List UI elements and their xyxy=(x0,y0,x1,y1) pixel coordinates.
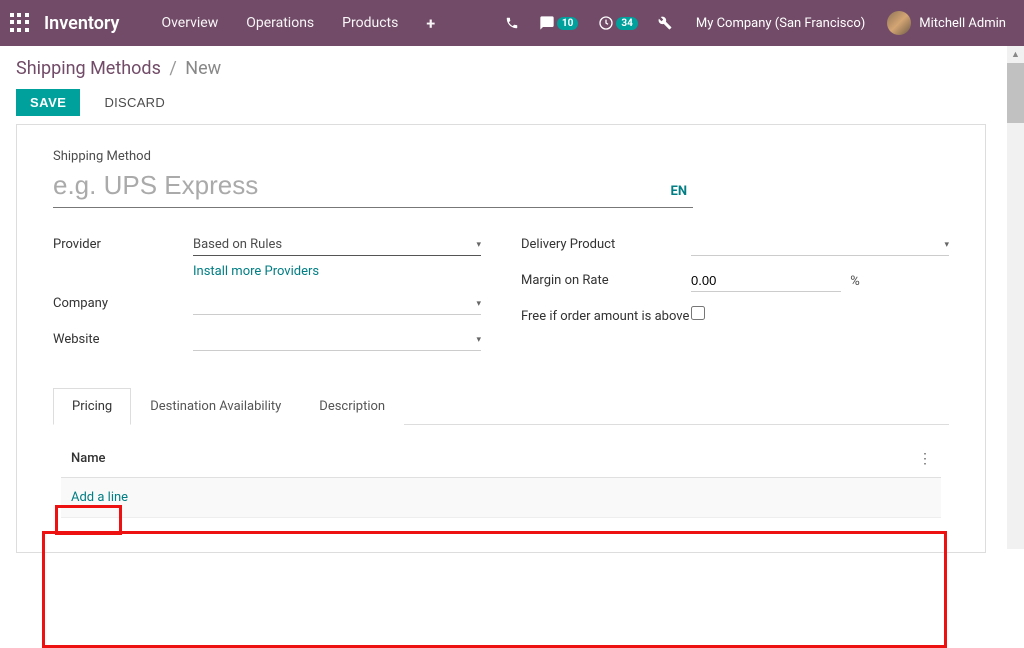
form-columns: Provider Based on Rules ▾ Install more P… xyxy=(53,234,949,365)
caret-down-icon: ▾ xyxy=(476,335,481,345)
company-field: Company ▾ xyxy=(53,293,481,315)
nav-plus-icon[interactable]: + xyxy=(412,14,449,33)
free-amount-checkbox[interactable] xyxy=(691,306,705,320)
messages-badge: 10 xyxy=(557,17,578,30)
provider-field: Provider Based on Rules ▾ Install more P… xyxy=(53,234,481,279)
tab-description[interactable]: Description xyxy=(300,388,404,425)
scrollbar[interactable]: ▲ xyxy=(1007,46,1024,549)
install-providers-link[interactable]: Install more Providers xyxy=(193,264,319,279)
user-avatar-icon xyxy=(887,11,911,35)
website-label: Website xyxy=(53,329,193,347)
caret-down-icon: ▾ xyxy=(944,240,949,250)
table-options-icon[interactable]: ⋮ xyxy=(918,451,931,467)
caret-down-icon: ▾ xyxy=(476,240,481,250)
margin-field: Margin on Rate % xyxy=(521,270,949,292)
nav-overview[interactable]: Overview xyxy=(147,15,232,31)
free-amount-field: Free if order amount is above xyxy=(521,306,949,324)
tab-destination-availability[interactable]: Destination Availability xyxy=(131,388,300,425)
tabs: Pricing Destination Availability Descrip… xyxy=(53,387,949,425)
left-column: Provider Based on Rules ▾ Install more P… xyxy=(53,234,481,365)
messages-icon[interactable]: 10 xyxy=(529,15,588,31)
breadcrumb-parent[interactable]: Shipping Methods xyxy=(16,58,161,79)
nav-operations[interactable]: Operations xyxy=(232,15,328,31)
form-wrap: Shipping Method EN Provider Based on Rul… xyxy=(0,124,1024,553)
action-bar: SAVE DISCARD xyxy=(16,89,1008,116)
discard-button[interactable]: DISCARD xyxy=(90,89,179,116)
nav-products[interactable]: Products xyxy=(328,15,412,31)
user-menu[interactable]: Mitchell Admin xyxy=(879,11,1014,35)
shipping-method-name-input[interactable] xyxy=(53,166,665,207)
top-navbar: Inventory Overview Operations Products +… xyxy=(0,0,1024,46)
delivery-product-select[interactable]: ▾ xyxy=(691,234,949,256)
tab-pricing[interactable]: Pricing xyxy=(53,388,131,425)
tools-icon[interactable] xyxy=(648,16,682,30)
phone-icon[interactable] xyxy=(495,16,529,30)
delivery-product-field: Delivery Product ▾ xyxy=(521,234,949,256)
provider-value: Based on Rules xyxy=(193,237,282,252)
delivery-product-label: Delivery Product xyxy=(521,234,691,252)
column-name: Name xyxy=(71,451,106,467)
table-row: Add a line xyxy=(61,478,941,518)
website-field: Website ▾ xyxy=(53,329,481,351)
scroll-thumb[interactable] xyxy=(1007,63,1024,123)
right-column: Delivery Product ▾ Margin on Rate % xyxy=(521,234,949,365)
percent-label: % xyxy=(850,274,860,289)
breadcrumb-sep: / xyxy=(169,58,176,79)
title-row: EN xyxy=(53,166,693,208)
apps-menu-icon[interactable] xyxy=(10,13,30,33)
form-sheet: Shipping Method EN Provider Based on Rul… xyxy=(16,124,986,553)
app-brand[interactable]: Inventory xyxy=(44,13,119,34)
language-badge[interactable]: EN xyxy=(665,184,694,207)
company-label: Company xyxy=(53,293,193,311)
breadcrumb: Shipping Methods / New xyxy=(16,58,1008,79)
control-panel: Shipping Methods / New SAVE DISCARD xyxy=(0,46,1024,124)
provider-label: Provider xyxy=(53,234,193,252)
website-select[interactable]: ▾ xyxy=(193,329,481,351)
title-label: Shipping Method xyxy=(53,149,949,164)
add-line-link[interactable]: Add a line xyxy=(71,490,128,505)
breadcrumb-current: New xyxy=(185,58,221,79)
company-selector[interactable]: My Company (San Francisco) xyxy=(682,16,879,31)
scroll-up-icon[interactable]: ▲ xyxy=(1007,46,1024,63)
free-amount-label: Free if order amount is above xyxy=(521,306,691,324)
user-name: Mitchell Admin xyxy=(919,16,1006,31)
margin-input[interactable] xyxy=(691,270,841,292)
save-button[interactable]: SAVE xyxy=(16,89,80,116)
table-header: Name ⋮ xyxy=(61,451,941,478)
provider-select[interactable]: Based on Rules ▾ xyxy=(193,234,481,256)
company-select[interactable]: ▾ xyxy=(193,293,481,315)
margin-label: Margin on Rate xyxy=(521,270,691,288)
activities-badge: 34 xyxy=(616,17,637,30)
caret-down-icon: ▾ xyxy=(476,299,481,309)
activities-icon[interactable]: 34 xyxy=(588,15,647,31)
pricing-table: Name ⋮ Add a line xyxy=(53,425,949,528)
